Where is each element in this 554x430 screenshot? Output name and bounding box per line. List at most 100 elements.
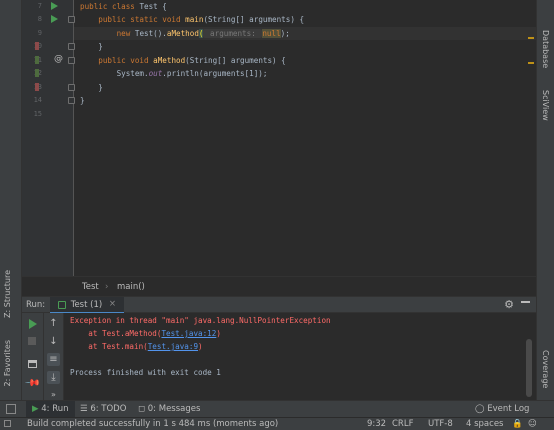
code-token: (String[] arguments) { bbox=[203, 15, 305, 24]
fold-marker-icon[interactable] bbox=[68, 43, 75, 50]
code-token: public static void bbox=[80, 15, 186, 24]
todo-list-icon: ☰ bbox=[80, 404, 88, 414]
structure-tool-tab[interactable]: Z: Structure bbox=[3, 270, 12, 318]
code-token: null bbox=[262, 29, 281, 38]
breadcrumb-method[interactable]: main() bbox=[117, 282, 145, 292]
run-panel-header: Run: Test (1) × ⚙ bbox=[22, 296, 536, 314]
play-icon bbox=[29, 319, 37, 329]
code-token: } bbox=[80, 42, 103, 51]
console-error-line: Exception in thread "main" java.lang.Nul… bbox=[70, 316, 331, 325]
line-separator[interactable]: CRLF bbox=[392, 419, 413, 429]
code-line-12: System.out.println(arguments[1]); bbox=[80, 67, 268, 80]
coverage-tab-label: Coverage bbox=[541, 350, 550, 389]
fold-marker-icon[interactable] bbox=[68, 57, 75, 64]
stacktrace-link[interactable]: Test.java:9 bbox=[148, 342, 198, 351]
lock-icon[interactable]: 🔒 bbox=[512, 419, 523, 429]
code-token: .println(arguments[1]); bbox=[162, 69, 268, 78]
line-number: 7 bbox=[37, 2, 42, 10]
line-number: 10 bbox=[22, 42, 42, 50]
code-text[interactable]: public class Test { public static void m… bbox=[80, 0, 304, 105]
gear-icon[interactable]: ⚙ bbox=[504, 298, 514, 311]
minimize-icon[interactable] bbox=[521, 301, 530, 303]
line-number: 12 bbox=[22, 69, 42, 77]
messages-tool-tab-label: 0: Messages bbox=[147, 404, 201, 414]
up-arrow-icon[interactable]: ↑ bbox=[47, 317, 60, 330]
run-config-tab[interactable]: Test (1) × bbox=[50, 297, 125, 314]
event-log-tool-tab[interactable]: ◯ Event Log bbox=[475, 401, 529, 418]
line-number: 14 bbox=[33, 96, 42, 104]
code-token: } bbox=[80, 83, 103, 92]
code-token: new bbox=[80, 29, 135, 38]
fold-marker-icon[interactable] bbox=[68, 16, 75, 23]
indent-setting[interactable]: 4 spaces bbox=[466, 419, 503, 429]
pin-tab-button[interactable]: 📌 bbox=[24, 375, 41, 392]
restore-layout-button[interactable] bbox=[26, 358, 39, 371]
down-arrow-icon[interactable]: ↓ bbox=[47, 335, 60, 348]
favorites-tool-tab[interactable]: 2: Favorites bbox=[3, 340, 12, 386]
code-token: Test(). bbox=[134, 29, 167, 38]
code-token: aMethod bbox=[166, 29, 199, 38]
play-icon: ▶ bbox=[32, 404, 39, 414]
code-token: } bbox=[80, 96, 85, 105]
stop-button[interactable] bbox=[26, 335, 39, 348]
code-token: aMethod bbox=[153, 56, 186, 65]
code-token: public void bbox=[80, 56, 154, 65]
stacktrace-line: at Test.aMethod(Test.java:12) bbox=[70, 329, 221, 338]
fold-marker-icon[interactable] bbox=[68, 97, 75, 104]
process-exit-line: Process finished with exit code 1 bbox=[70, 368, 221, 377]
warning-stripe-marker[interactable] bbox=[528, 62, 534, 64]
breadcrumb-class[interactable]: Test bbox=[82, 282, 99, 292]
console-scrollbar[interactable] bbox=[526, 339, 532, 397]
code-line-9: new Test().aMethod( arguments: null); bbox=[80, 27, 290, 40]
run-config-icon bbox=[58, 301, 66, 309]
changed-line-marker bbox=[35, 56, 39, 64]
line-number: 11 bbox=[22, 56, 42, 64]
run-class-icon[interactable] bbox=[51, 2, 58, 10]
breadcrumb: Test › main() bbox=[22, 276, 536, 296]
caret-position[interactable]: 9:32 bbox=[367, 419, 386, 429]
todo-tool-tab[interactable]: ☰ 6: TODO bbox=[80, 401, 126, 418]
fold-marker-icon[interactable] bbox=[68, 84, 75, 91]
soft-wrap-icon[interactable]: ≡ bbox=[47, 353, 60, 366]
code-token: main bbox=[185, 15, 204, 24]
code-line-13: } bbox=[80, 81, 103, 94]
database-tool-tab[interactable]: Database bbox=[541, 30, 550, 68]
code-line-10: } bbox=[80, 40, 103, 53]
favorites-tab-label: 2: Favorites bbox=[3, 340, 12, 387]
stop-icon bbox=[28, 337, 36, 345]
editor-gutter[interactable]: 7 8 9 10 11 12 13 14 15 @ bbox=[22, 0, 75, 276]
stacktrace-text: ) bbox=[198, 342, 203, 351]
run-main-icon[interactable] bbox=[51, 15, 58, 23]
file-encoding[interactable]: UTF-8 bbox=[428, 419, 453, 429]
run-tool-tab[interactable]: ▶ 4: Run bbox=[26, 401, 75, 418]
toggle-tool-windows-icon[interactable] bbox=[6, 404, 16, 414]
run-tab-label: Test (1) bbox=[70, 300, 103, 310]
run-toolbar: 📌 bbox=[22, 313, 44, 400]
stacktrace-text: ) bbox=[216, 329, 221, 338]
left-tool-strip: Z: Structure 2: Favorites bbox=[0, 0, 22, 415]
console-output[interactable]: Exception in thread "main" java.lang.Nul… bbox=[64, 313, 536, 400]
status-toggle-icon[interactable] bbox=[4, 420, 11, 427]
event-log-tool-tab-label: Event Log bbox=[487, 404, 530, 414]
sciview-tool-tab[interactable]: SciView bbox=[541, 90, 550, 121]
stacktrace-link[interactable]: Test.java:12 bbox=[161, 329, 216, 338]
changed-line-marker bbox=[35, 83, 39, 91]
code-line-11: public void aMethod(String[] arguments) … bbox=[80, 54, 285, 67]
stacktrace-text: at Test.main( bbox=[70, 342, 148, 351]
run-tool-tab-label: 4: Run bbox=[41, 404, 69, 414]
code-line-8: public static void main(String[] argumen… bbox=[80, 13, 304, 26]
scroll-to-end-icon[interactable]: ⤓ bbox=[47, 371, 60, 384]
structure-tab-label: Z: Structure bbox=[3, 270, 12, 318]
coverage-tool-tab[interactable]: Coverage bbox=[541, 350, 550, 388]
messages-tool-tab[interactable]: ◻ 0: Messages bbox=[138, 401, 200, 418]
status-message[interactable]: Build completed successfully in 1 s 484 … bbox=[27, 419, 278, 429]
warning-stripe-marker[interactable] bbox=[528, 37, 534, 39]
rerun-button[interactable] bbox=[26, 317, 39, 330]
close-tab-icon[interactable]: × bbox=[109, 299, 116, 309]
line-number: 13 bbox=[22, 83, 42, 91]
code-token: out bbox=[148, 69, 163, 78]
override-at-icon[interactable]: @ bbox=[54, 54, 63, 64]
code-editor[interactable]: 7 8 9 10 11 12 13 14 15 @ public class T… bbox=[22, 0, 536, 276]
inspector-icon[interactable]: ☺ bbox=[528, 419, 537, 429]
pin-icon: 📌 bbox=[24, 375, 41, 392]
